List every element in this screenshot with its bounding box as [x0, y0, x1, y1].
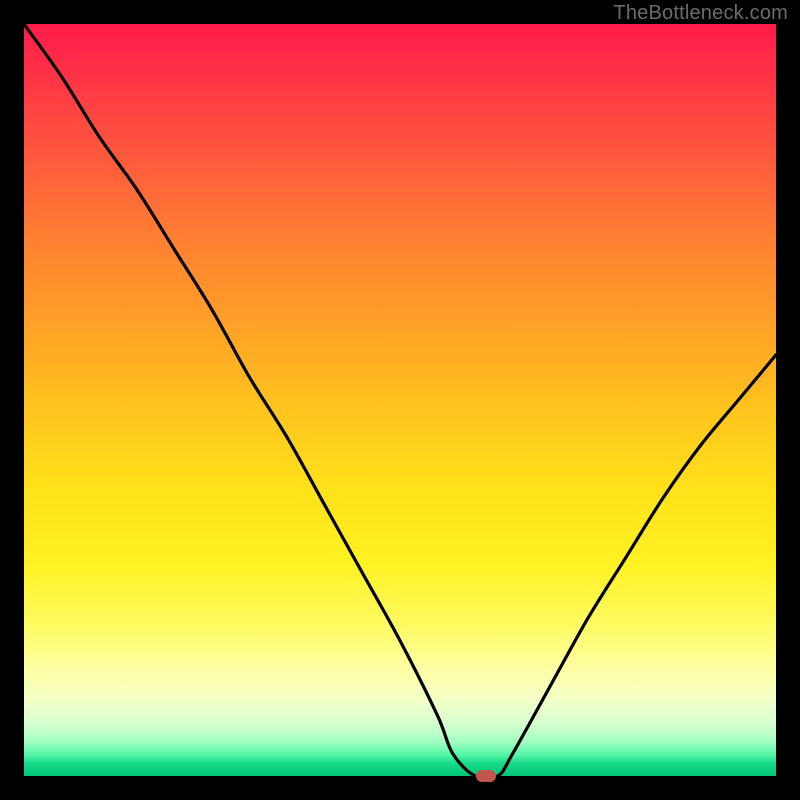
watermark-text: TheBottleneck.com	[613, 2, 788, 25]
optimal-point-marker	[476, 770, 496, 782]
plot-area	[24, 24, 776, 776]
chart-frame: TheBottleneck.com	[0, 0, 800, 800]
bottleneck-curve	[24, 24, 776, 776]
curve-path	[24, 24, 776, 776]
